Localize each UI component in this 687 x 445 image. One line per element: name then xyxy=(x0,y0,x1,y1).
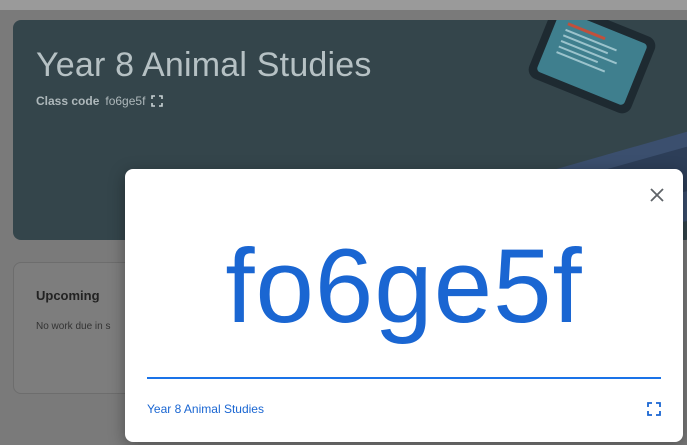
close-button[interactable] xyxy=(645,183,669,207)
upcoming-text: No work due in s xyxy=(36,321,111,332)
class-code-display: fo6ge5f xyxy=(225,228,583,345)
class-title: Year 8 Animal Studies xyxy=(36,46,372,84)
fullscreen-icon[interactable] xyxy=(151,95,164,107)
upcoming-title: Upcoming xyxy=(36,288,100,303)
class-name-link[interactable]: Year 8 Animal Studies xyxy=(147,402,264,416)
class-code-value: fo6ge5f xyxy=(105,94,146,108)
close-icon xyxy=(650,188,664,202)
class-code-dialog: fo6ge5f Year 8 Animal Studies xyxy=(125,169,683,442)
top-bar xyxy=(0,0,687,10)
class-code-label: Class code xyxy=(36,94,100,108)
fullscreen-icon[interactable] xyxy=(647,402,661,416)
class-code-row: Class code fo6ge5f xyxy=(36,94,164,108)
divider xyxy=(147,377,661,379)
